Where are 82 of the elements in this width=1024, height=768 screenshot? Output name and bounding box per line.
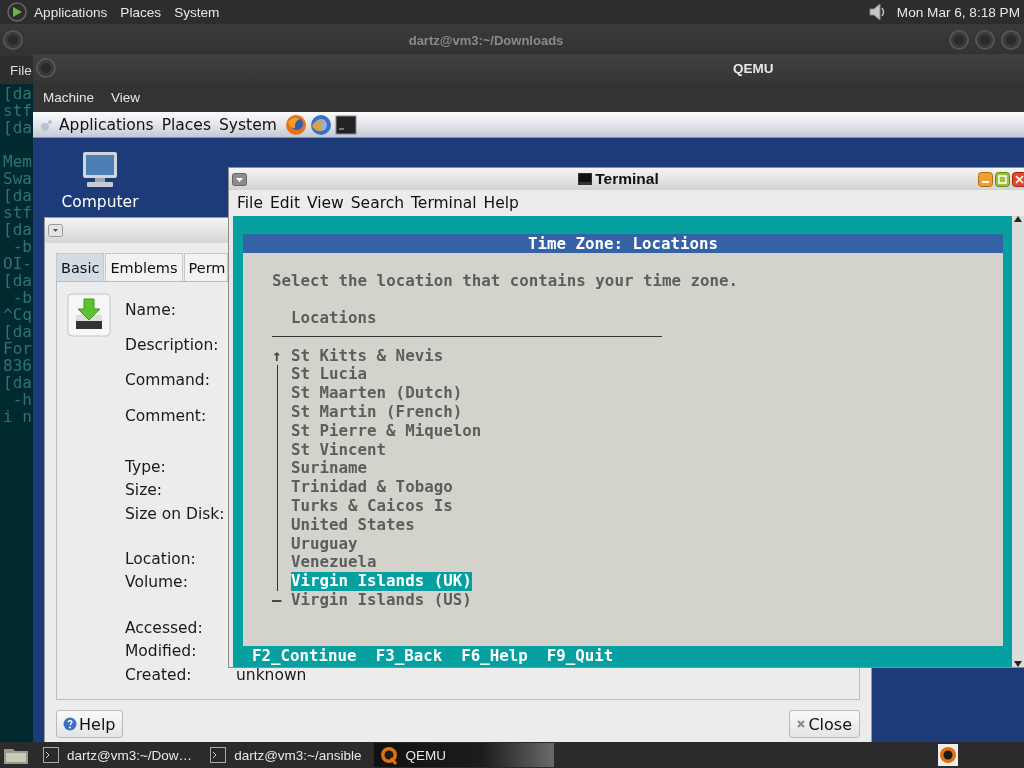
field-label: Size: xyxy=(125,481,164,500)
menu-item[interactable]: Search xyxy=(350,194,405,212)
list-item[interactable]: Turks & Caicos Is xyxy=(291,496,453,516)
menu-item[interactable]: File xyxy=(10,62,32,78)
function-key-hint: F3_Back xyxy=(375,647,443,665)
menu-item[interactable]: View xyxy=(306,194,344,212)
terminal-line: For xyxy=(2,340,32,357)
help-button[interactable]: Help xyxy=(56,710,124,738)
terminal-line: ^Cq xyxy=(2,306,32,323)
terminal-line: Swa xyxy=(2,170,32,187)
panel-menu[interactable]: System xyxy=(174,4,220,20)
terminal-line: stf xyxy=(2,204,32,221)
list-item[interactable]: Uruguay xyxy=(291,534,358,554)
terminal-line: stf xyxy=(2,102,32,119)
terminal-line: [da xyxy=(2,221,32,238)
panel-menu[interactable]: Applications xyxy=(34,4,108,20)
field-label: Name: xyxy=(125,300,177,319)
field-label: Volume: xyxy=(125,573,189,592)
tab[interactable]: Emblems xyxy=(105,253,183,281)
terminal-line: Mem xyxy=(2,153,32,170)
field-label: Type: xyxy=(125,457,167,476)
list-item[interactable]: St Martin (French) xyxy=(291,403,463,422)
menu-item[interactable]: Help xyxy=(483,194,519,212)
scroll-up-arrow: ↑ xyxy=(272,346,282,366)
terminal-line: OI- xyxy=(2,255,32,272)
field-label: Command: xyxy=(125,371,211,390)
terminal-line: [da xyxy=(2,187,32,204)
terminal-line: i n xyxy=(2,408,32,425)
terminal-line: [da xyxy=(2,374,32,391)
terminal-line: -h xyxy=(12,391,32,408)
taskbar-button[interactable]: dartz@vm3:~/Dow… xyxy=(37,743,199,767)
terminal-line: -b xyxy=(12,238,32,255)
list-item[interactable]: United States xyxy=(291,515,415,535)
field-label: Description: xyxy=(125,335,220,354)
menu-item[interactable]: Terminal xyxy=(411,194,477,212)
terminal-line: [da xyxy=(2,119,32,136)
taskbar-button[interactable]: dartz@vm3:~/ansible xyxy=(204,743,368,767)
field-value: unknown xyxy=(236,665,307,684)
tab[interactable]: Perm xyxy=(183,253,228,281)
menu-item[interactable]: Machine xyxy=(43,89,95,105)
field-label: Location: xyxy=(125,550,197,569)
list-item[interactable]: Trinidad & Tobago xyxy=(291,478,453,497)
list-item[interactable]: Venezuela xyxy=(291,553,377,573)
menu-item[interactable]: File xyxy=(237,194,263,212)
function-key-hint: F6_Help xyxy=(461,647,528,665)
scroll-end-mark: — xyxy=(272,590,282,610)
list-item[interactable]: Virgin Islands (US) xyxy=(291,590,472,610)
menu-item[interactable]: Edit xyxy=(269,194,300,212)
terminal-line: 836 xyxy=(2,357,32,374)
field-label: Modified: xyxy=(125,642,198,661)
tab[interactable]: Basic xyxy=(56,253,105,281)
field-label: Accessed: xyxy=(125,618,204,637)
taskbar-button[interactable]: QEMU xyxy=(373,743,554,767)
icon-label[interactable]: Computer xyxy=(61,193,139,211)
list-item[interactable]: St Kitts & Nevis xyxy=(291,346,444,366)
terminal-line: -b xyxy=(12,289,32,306)
list-item[interactable]: St Maarten (Dutch) xyxy=(291,384,463,403)
list-item[interactable]: St Vincent xyxy=(291,440,387,460)
function-key-hint: F2_Continue xyxy=(252,647,357,665)
panel-menu[interactable]: Places xyxy=(120,4,162,20)
window-title: QEMU xyxy=(733,60,774,76)
close-button[interactable]: Close xyxy=(789,710,860,738)
dialog-title: Time Zone: Locations xyxy=(243,234,1003,253)
panel-menu[interactable]: Places xyxy=(161,115,211,134)
clock[interactable]: Mon Mar 6, 8:18 PM xyxy=(896,4,1020,20)
window-title: Terminal xyxy=(595,170,659,188)
field-label: Created: xyxy=(125,665,193,684)
function-key-hint: F9_Quit xyxy=(546,647,614,665)
panel-menu[interactable]: Applications xyxy=(59,115,154,134)
window-title: dartz@vm3:~/Downloads xyxy=(407,32,565,48)
list-item[interactable]: Suriname xyxy=(291,459,368,479)
list-item[interactable]: St Pierre & Miquelon xyxy=(291,421,482,441)
menu-item[interactable]: View xyxy=(111,89,141,105)
list-item[interactable]: St Lucia xyxy=(291,365,368,385)
terminal-line: [da xyxy=(2,323,32,340)
list-header: Locations xyxy=(291,308,378,328)
terminal-line: [da xyxy=(2,85,32,102)
field-label: Comment: xyxy=(125,406,208,425)
panel-menu[interactable]: System xyxy=(219,115,277,134)
field-label: Size on Disk: xyxy=(125,504,226,523)
prompt-text: Select the location that contains your time zone. xyxy=(272,272,740,291)
terminal-line: [da xyxy=(2,272,32,289)
